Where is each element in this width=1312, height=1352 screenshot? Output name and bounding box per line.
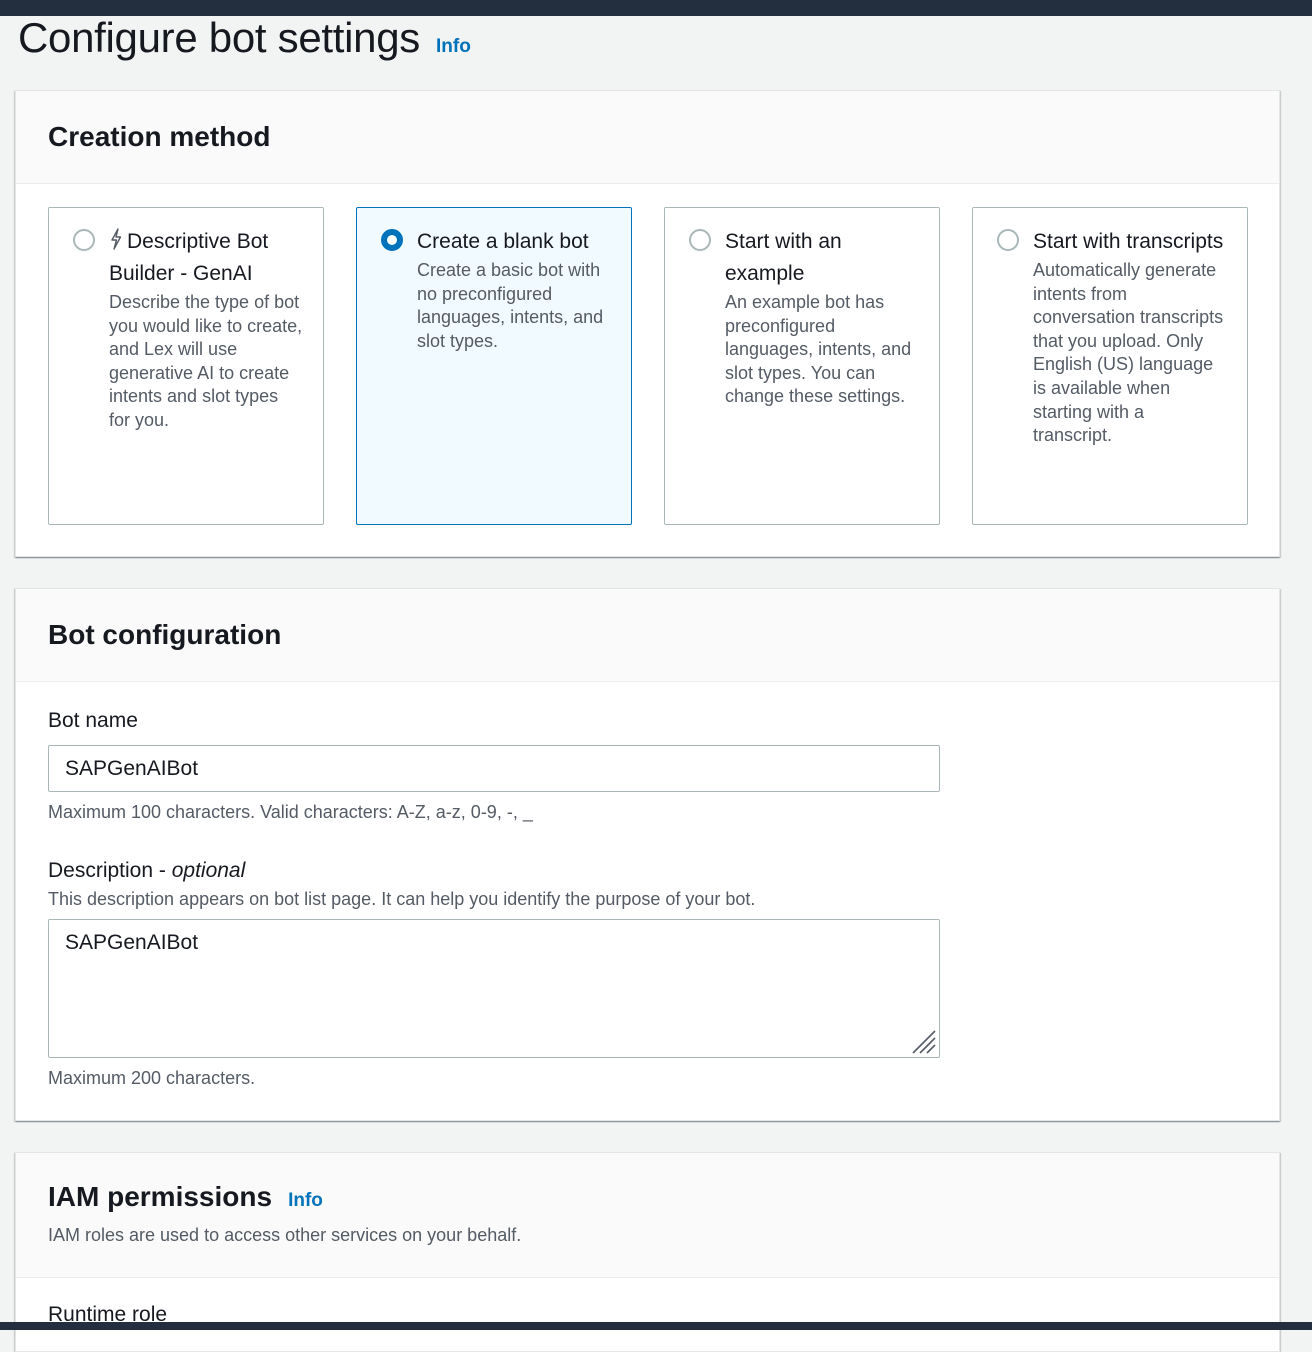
tile-label: Start with transcripts: [1033, 230, 1224, 253]
description-value: SAPGenAIBot: [65, 931, 199, 954]
radio-create-blank-bot[interactable]: [381, 229, 403, 251]
iam-permissions-header: IAM permissions Info IAM roles are used …: [16, 1153, 1279, 1278]
radio-start-with-example[interactable]: [689, 229, 711, 251]
tile-descriptive-bot-builder[interactable]: Descriptive Bot Builder - GenAI Describe…: [48, 207, 324, 525]
iam-permissions-description: IAM roles are used to access other servi…: [48, 1225, 522, 1245]
tile-create-blank-bot[interactable]: Create a blank bot Create a basic bot wi…: [356, 207, 632, 525]
optional-label: optional: [171, 859, 246, 882]
radio-descriptive-bot-builder[interactable]: [73, 229, 95, 251]
tile-description: Automatically generate intents from conv…: [1033, 260, 1224, 446]
tile-description: An example bot has preconfigured languag…: [725, 292, 912, 407]
tile-label: Descriptive Bot Builder - GenAI: [109, 228, 269, 285]
creation-method-panel: Creation method Descriptive Bot Builder …: [15, 90, 1280, 557]
tile-start-with-transcripts[interactable]: Start with transcripts Automatically gen…: [972, 207, 1248, 525]
tile-description: Describe the type of bot you would like …: [109, 292, 303, 430]
description-textarea[interactable]: SAPGenAIBot: [48, 919, 940, 1058]
page-header: Configure bot settings Info: [18, 14, 471, 62]
iam-info-link[interactable]: Info: [288, 1190, 323, 1212]
bolt-icon: [111, 228, 122, 250]
creation-method-header: Creation method: [16, 91, 1279, 184]
page-info-link[interactable]: Info: [436, 36, 471, 58]
creation-method-title: Creation method: [48, 121, 271, 152]
description-label: Description - optional: [48, 859, 246, 882]
iam-permissions-title: IAM permissions: [48, 1181, 273, 1212]
tile-label: Create a blank bot: [417, 230, 589, 253]
tile-label: Start with an example: [725, 230, 842, 285]
bot-name-constraint: Maximum 100 characters. Valid characters…: [48, 802, 533, 822]
resize-handle-icon[interactable]: [911, 1029, 937, 1055]
bottom-bar: [0, 1322, 1312, 1330]
tile-start-with-example[interactable]: Start with an example An example bot has…: [664, 207, 940, 525]
bot-configuration-header: Bot configuration: [16, 589, 1279, 682]
tile-description: Create a basic bot with no preconfigured…: [417, 260, 604, 351]
description-help: This description appears on bot list pag…: [48, 889, 756, 909]
bot-configuration-title: Bot configuration: [48, 619, 282, 650]
description-constraint: Maximum 200 characters.: [48, 1068, 256, 1088]
creation-method-tiles: Descriptive Bot Builder - GenAI Describe…: [48, 207, 1248, 525]
bot-configuration-panel: Bot configuration Bot name SAPGenAIBot M…: [15, 588, 1280, 1121]
radio-start-with-transcripts[interactable]: [997, 229, 1019, 251]
page-title: Configure bot settings: [18, 14, 420, 61]
bot-name-input[interactable]: SAPGenAIBot: [48, 745, 940, 792]
bot-name-label: Bot name: [48, 709, 138, 732]
